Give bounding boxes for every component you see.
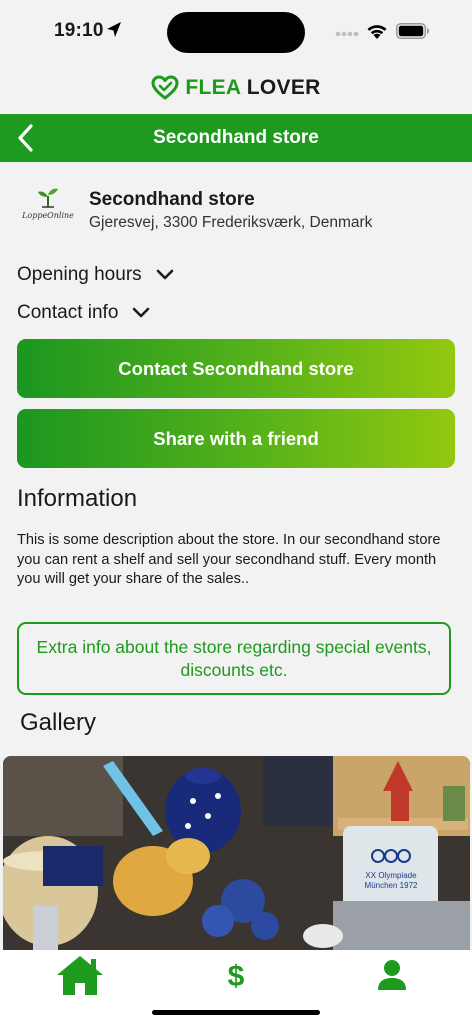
svg-text:München 1972: München 1972 <box>365 881 418 890</box>
store-header: LoppeOnline Secondhand store Gjeresvej, … <box>18 186 372 232</box>
gallery-photo: XX Olympiade München 1972 <box>3 756 470 951</box>
battery-icon <box>396 23 429 39</box>
svg-text:$: $ <box>228 960 245 992</box>
tab-home[interactable] <box>48 950 112 1000</box>
share-button[interactable]: Share with a friend <box>17 409 455 468</box>
brand-logo: FLEA LOVER <box>151 75 320 101</box>
brand-name-part2: LOVER <box>246 76 321 99</box>
store-logo: LoppeOnline <box>18 186 78 232</box>
chevron-down-icon <box>156 269 173 280</box>
dollar-icon: $ <box>228 960 245 992</box>
contact-info-label: Contact info <box>17 302 119 323</box>
tab-prices[interactable]: $ <box>210 950 262 1000</box>
opening-hours-label: Opening hours <box>17 264 142 285</box>
gallery-heading: Gallery <box>20 709 97 736</box>
wifi-icon <box>367 25 387 39</box>
status-time: 19:10 <box>54 20 104 41</box>
location-arrow-icon <box>107 22 121 37</box>
dynamic-island <box>167 12 305 53</box>
store-logo-text: LoppeOnline <box>22 211 74 220</box>
signal-icon <box>335 31 359 37</box>
extra-info-box: Extra info about the store regarding spe… <box>17 622 451 695</box>
home-indicator <box>152 1010 320 1015</box>
sprout-icon <box>38 188 58 208</box>
extra-info-text: Extra info about the store regarding spe… <box>36 636 432 680</box>
store-name: Secondhand store <box>89 189 255 210</box>
home-icon <box>57 956 103 995</box>
store-description: This is some description about the store… <box>17 532 441 587</box>
brand-name-part1: FLEA <box>185 76 241 99</box>
contact-info-toggle[interactable]: Contact info <box>17 302 150 324</box>
user-icon <box>378 960 406 990</box>
chevron-down-icon <box>133 307 150 318</box>
heart-logo-icon <box>151 75 179 100</box>
brand-bar: FLEA LOVER <box>0 62 472 114</box>
status-bar: 19:10 <box>0 0 472 62</box>
svg-text:XX Olympiade: XX Olympiade <box>365 871 417 880</box>
store-address: Gjeresvej, 3300 Frederiksværk, Denmark <box>89 214 373 231</box>
contact-store-button[interactable]: Contact Secondhand store <box>17 339 455 398</box>
page-title: Secondhand store <box>153 127 319 148</box>
tab-profile[interactable] <box>366 950 418 1000</box>
information-heading: Information <box>17 485 138 512</box>
opening-hours-toggle[interactable]: Opening hours <box>17 264 174 286</box>
gallery-image[interactable]: XX Olympiade München 1972 <box>3 756 470 951</box>
title-bar: Secondhand store <box>0 114 472 162</box>
